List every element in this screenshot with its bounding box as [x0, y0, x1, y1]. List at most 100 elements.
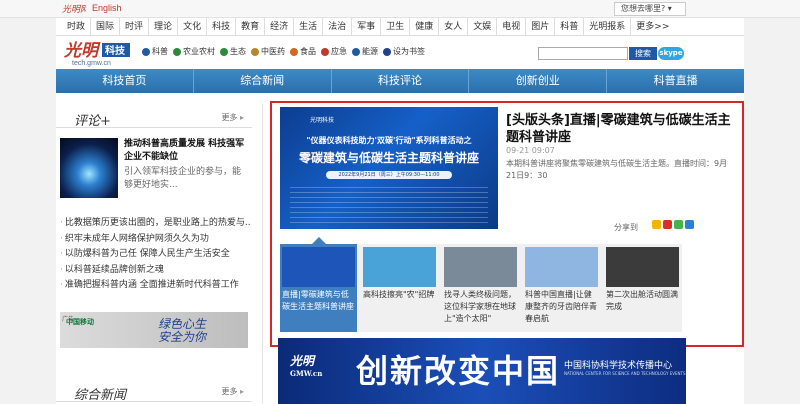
commentary-list-item[interactable]: 以科普延续品牌创新之魂 [60, 263, 250, 279]
quick-link[interactable]: 农业农村 [173, 46, 215, 57]
channel-link[interactable]: 教育 [236, 18, 266, 36]
innovation-banner[interactable]: 光明 GMW.cn 创新改变中国 中国科协科学技术传播中心 NATIONAL CEN… [278, 338, 686, 404]
headline-thumbnail[interactable]: 找寻人类终极问题，这位科学家想在地球上"造个太阳" [442, 244, 519, 332]
headline-thumbnail[interactable]: 高科技擦亮"农"招牌 [361, 244, 438, 332]
commentary-list-item[interactable]: 织牢未成年人网络保护网须久久为功 [60, 232, 250, 248]
headline-thumbnail[interactable]: 直播|零碳建筑与低碳生活主题科普讲座 [280, 244, 357, 332]
channel-link[interactable]: 健康 [410, 18, 440, 36]
thumbnail-title[interactable]: 找寻人类终极问题，这位科学家想在地球上"造个太阳" [444, 289, 517, 325]
main-nav-item[interactable]: 科技评论 [332, 69, 470, 93]
channel-link[interactable]: 经济 [265, 18, 295, 36]
headline-image-title: 零碳建筑与低碳生活主题科普讲座 [298, 151, 479, 165]
quick-link-icon [321, 47, 329, 56]
thumbnail-title[interactable]: 科普中国直播|让健康整齐的牙齿陪伴青春启航 [525, 289, 598, 325]
quick-link[interactable]: 生态 [220, 46, 246, 57]
quick-link[interactable]: 应急 [321, 46, 347, 57]
quick-link-icon [352, 47, 360, 56]
channel-link[interactable]: 文娱 [468, 18, 498, 36]
english-link[interactable]: English [92, 3, 122, 13]
thumbnail-image[interactable] [282, 247, 355, 287]
quick-link-label: 生态 [230, 47, 246, 56]
quick-link-label: 能源 [362, 47, 378, 56]
general-news-more-link[interactable]: 更多 [221, 386, 244, 397]
commentary-list-item[interactable]: 准确把握科普内涵 全面推进新时代科普工作 [60, 278, 250, 294]
quick-link-label: 食品 [300, 47, 316, 56]
commentary-list-item[interactable]: 以防爆科普为己任 保障人民生产生活安全 [60, 247, 250, 263]
skype-icon[interactable]: skype [658, 47, 684, 60]
commentary-more-link[interactable]: 更多 [221, 112, 244, 123]
channel-link[interactable]: 法治 [323, 18, 353, 36]
ad-banner[interactable]: 广告 中国移动 绿色心生 安全为你 [60, 312, 248, 348]
svg-text:光明: 光明 [63, 41, 101, 61]
banner-logo: 光明 GMW.cn [290, 354, 323, 378]
channel-link[interactable]: 女人 [439, 18, 469, 36]
quick-link-label: 应急 [331, 47, 347, 56]
quick-links: 科普 农业农村 生态 中医药 食品 应急 能源 设为书签 [142, 46, 425, 57]
main-nav-item[interactable]: 创新创业 [469, 69, 608, 93]
quick-link[interactable]: 食品 [290, 46, 316, 57]
where-to-go-dropdown[interactable]: 您想去哪里? ▾ [614, 2, 686, 16]
search-button[interactable]: 搜索 [629, 47, 657, 60]
main-nav-item[interactable]: 科普直播 [607, 69, 744, 93]
thumbnail-title[interactable]: 直播|零碳建筑与低碳生活主题科普讲座 [282, 289, 355, 313]
headline-image[interactable]: 光明科技 "仪器仪表科技助力'双碳'行动"系列科普活动之 零碳建筑与低碳生活主题… [280, 107, 498, 229]
thumbnail-image[interactable] [444, 247, 517, 287]
main-nav-item[interactable]: 综合新闻 [194, 69, 332, 93]
quick-link[interactable]: 中医药 [251, 46, 285, 57]
channel-link[interactable]: 时评 [120, 18, 150, 36]
gmw-logo-small[interactable]: 光明网 [62, 3, 90, 15]
ad-slogan: 绿色心生 安全为你 [158, 317, 207, 344]
wechat-share-icon[interactable] [674, 220, 683, 229]
channel-link[interactable]: 科普 [555, 18, 585, 36]
quick-link[interactable]: 能源 [352, 46, 378, 57]
channel-link[interactable]: 国际 [91, 18, 121, 36]
share-icons [652, 220, 694, 229]
svg-text:科技: 科技 [105, 44, 126, 57]
column-divider [262, 104, 263, 404]
weibo-share-icon[interactable] [663, 220, 672, 229]
quick-link-icon [220, 47, 228, 56]
commentary-list-item[interactable]: 比教据策历更该出圈的，是职业路上的热爱与... [60, 216, 250, 232]
quick-link[interactable]: 科普 [142, 46, 168, 57]
china-mobile-logo: 中国移动 [66, 318, 94, 326]
channel-link[interactable]: 更多>> [631, 18, 674, 36]
headline-title[interactable]: [头版头条]直播|零碳建筑与低碳生活主题科普讲座 [506, 112, 732, 146]
share-label: 分享到 [614, 223, 638, 232]
quick-link-icon [142, 47, 150, 56]
feature-title[interactable]: 推动科普高质量发展 科技强军企业不能缺位 [124, 138, 248, 164]
channel-nav: 时政 国际 时评 理论 文化 科技 教育 经济 生活 法治 军事 卫生 健康 女人 文娱 电视 图片 科普 光明报系… [56, 18, 744, 36]
channel-link[interactable]: 理论 [149, 18, 179, 36]
more-share-icon[interactable] [685, 220, 694, 229]
general-news-section-header: 综合新闻 更多 [56, 380, 252, 403]
thumbnail-image[interactable] [606, 247, 679, 287]
feature-thumbnail[interactable] [60, 138, 118, 198]
channel-link[interactable]: 科技 [207, 18, 237, 36]
commentary-section-header: 评论+ 更多 [56, 106, 252, 129]
thumbnail-image[interactable] [363, 247, 436, 287]
channel-link[interactable]: 军事 [352, 18, 382, 36]
search-input[interactable] [538, 47, 628, 60]
channel-link[interactable]: 图片 [526, 18, 556, 36]
quick-link[interactable]: 设为书签 [383, 46, 425, 57]
channel-link[interactable]: 生活 [294, 18, 324, 36]
quick-link-label: 农业农村 [183, 47, 215, 56]
channel-link[interactable]: 文化 [178, 18, 208, 36]
qzone-share-icon[interactable] [652, 220, 661, 229]
channel-link[interactable]: 电视 [497, 18, 527, 36]
thumbnail-title[interactable]: 第二次出舱活动圆满完成 [606, 289, 679, 313]
headline-thumbnails: 直播|零碳建筑与低碳生活主题科普讲座 高科技擦亮"农"招牌 找寻人类终极问题，这位科… [280, 244, 682, 332]
main-nav-item[interactable]: 科技首页 [56, 69, 194, 93]
thumbnail-image[interactable] [525, 247, 598, 287]
headline-thumbnail[interactable]: 科普中国直播|让健康整齐的牙齿陪伴青春启航 [523, 244, 600, 332]
main-nav: 科技首页 综合新闻 科技评论 创新创业 科普直播 [56, 69, 744, 93]
channel-link[interactable]: 时政 [62, 18, 92, 36]
commentary-section-title: 评论+ [74, 114, 111, 129]
commentary-feature[interactable]: 推动科普高质量发展 科技强军企业不能缺位 引入领军科技企业的参与，能够更好地实.… [60, 138, 248, 206]
page-side-shade-left [0, 0, 56, 404]
channel-link[interactable]: 光明报系 [584, 18, 632, 36]
channel-link[interactable]: 卫生 [381, 18, 411, 36]
headline-thumbnail[interactable]: 第二次出舱活动圆满完成 [604, 244, 681, 332]
headline-image-kicker: "仪器仪表科技助力'双碳'行动"系列科普活动之 [306, 136, 472, 145]
general-news-section-title: 综合新闻 [74, 388, 127, 403]
thumbnail-title[interactable]: 高科技擦亮"农"招牌 [363, 289, 436, 301]
